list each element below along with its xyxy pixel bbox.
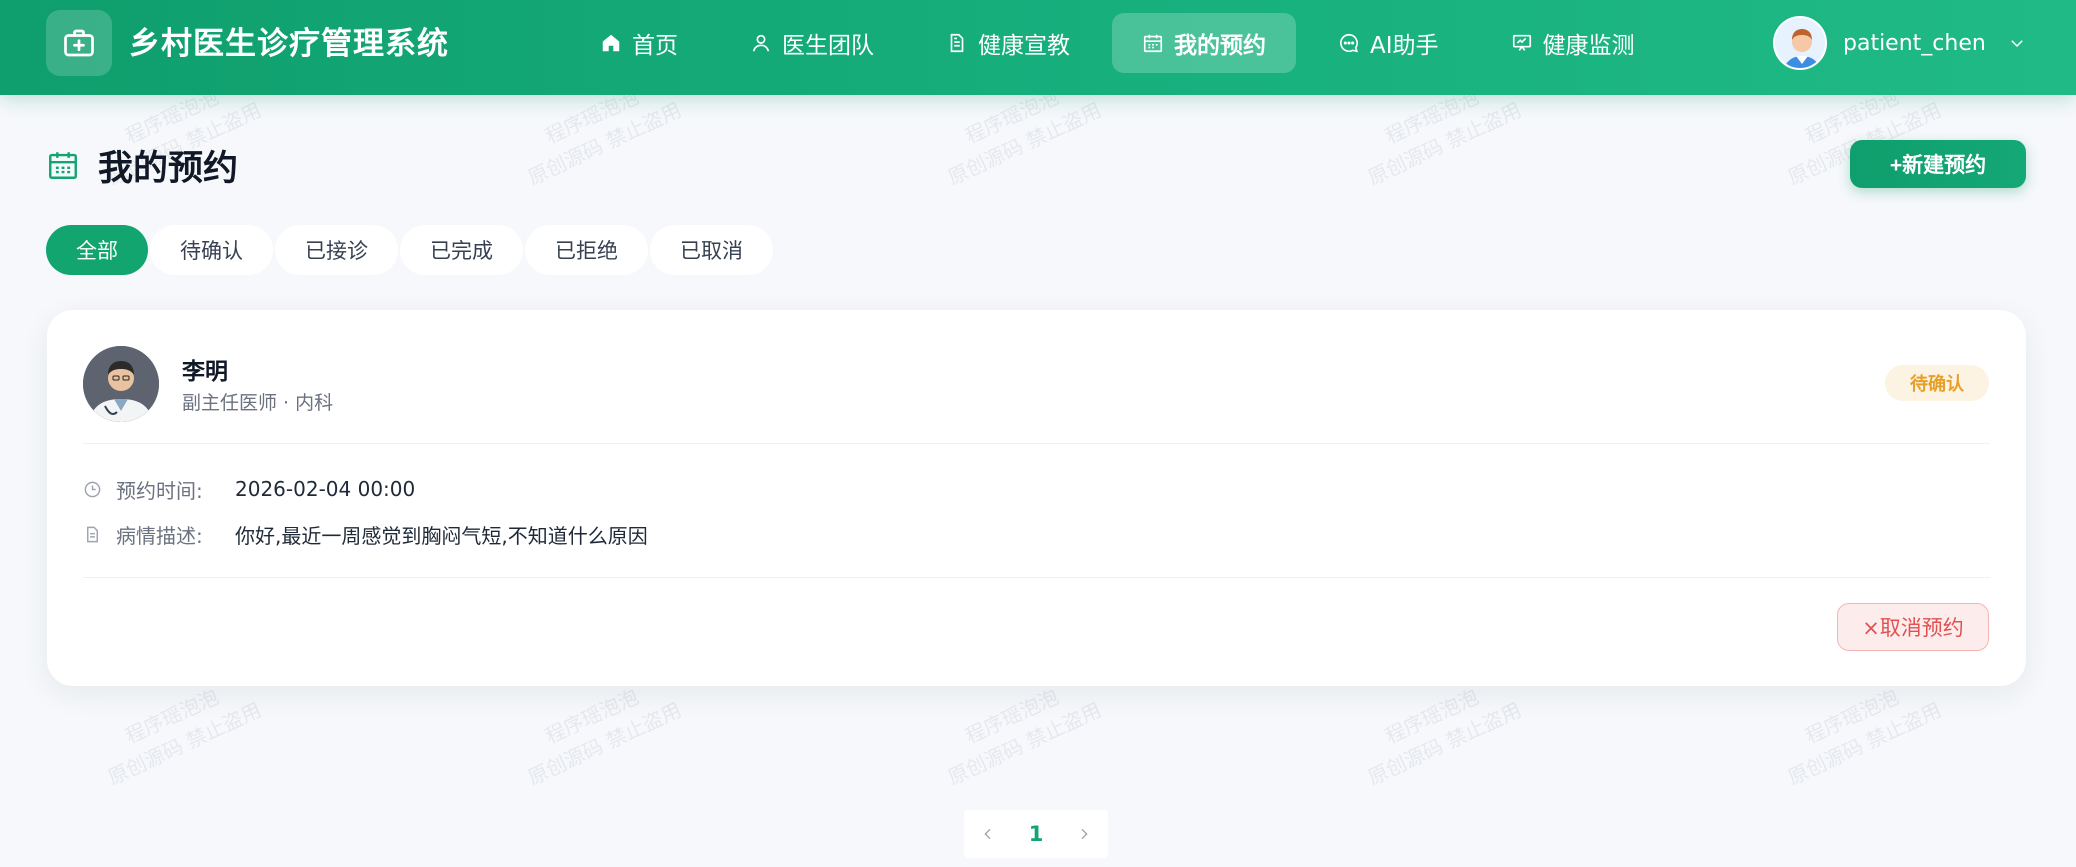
nav-item-label: 健康宣教 [978, 33, 1070, 59]
nav-item-health-monitor[interactable]: 健康监测 [1481, 13, 1665, 73]
status-badge: 待确认 [1885, 365, 1989, 401]
top-navbar: 乡村医生诊疗管理系统 首页 医生团队 健康宣教 我的预约 AI助手 健康监测 p… [0, 0, 2076, 95]
appointment-time-label: 预约时间: [116, 478, 203, 503]
tab-all[interactable]: 全部 [46, 225, 148, 275]
chevron-down-icon [2011, 40, 2023, 48]
nav-item-my-appointments[interactable]: 我的预约 [1112, 13, 1296, 73]
user-avatar-icon [1775, 18, 1825, 68]
page-number-current[interactable]: 1 [1029, 822, 1044, 846]
card-divider [83, 443, 1990, 444]
condition-desc-label: 病情描述: [116, 523, 203, 548]
nav-item-health-edu[interactable]: 健康宣教 [916, 13, 1100, 73]
nav-item-home[interactable]: 首页 [570, 13, 708, 73]
tab-completed[interactable]: 已完成 [400, 225, 523, 275]
watermark-line: 原创源码 禁止盗用 [944, 697, 1105, 790]
watermark-line: 原创源码 禁止盗用 [524, 697, 685, 790]
next-page-button[interactable] [1072, 822, 1096, 846]
document-icon [87, 526, 98, 542]
home-icon [602, 34, 620, 52]
page-header: 我的预约 [46, 140, 238, 190]
avatar [1773, 16, 1827, 70]
nav-item-ai-assistant[interactable]: AI助手 [1308, 13, 1469, 73]
doctor-title: 副主任医师 · 内科 [182, 392, 334, 414]
watermark-line: 原创源码 禁止盗用 [1784, 697, 1945, 790]
appointment-time-value: 2026-02-04 00:00 [235, 477, 416, 501]
tab-cancelled[interactable]: 已取消 [650, 225, 773, 275]
watermark-text: 程序瑶泡泡原创源码 禁止盗用 [1770, 668, 1946, 793]
watermark-text: 程序瑶泡泡原创源码 禁止盗用 [1350, 668, 1526, 793]
doctor-name: 李明 [182, 359, 228, 385]
tab-accepted[interactable]: 已接诊 [275, 225, 398, 275]
tab-rejected[interactable]: 已拒绝 [525, 225, 648, 275]
watermark-line: 原创源码 禁止盗用 [104, 697, 265, 790]
nav-item-label: AI助手 [1370, 33, 1439, 59]
app-title: 乡村医生诊疗管理系统 [129, 26, 449, 62]
doctor-photo-icon [83, 346, 159, 422]
chevron-right-icon [1081, 828, 1088, 840]
cancel-appointment-button[interactable]: ×取消预约 [1837, 603, 1989, 651]
status-tabs: 全部 待确认 已接诊 已完成 已拒绝 已取消 [46, 225, 775, 275]
medical-kit-icon [64, 29, 94, 57]
username: patient_chen [1843, 30, 1986, 56]
monitor-icon [1512, 34, 1531, 51]
calendar-icon [1143, 34, 1163, 53]
watermark-text: 程序瑶泡泡原创源码 禁止盗用 [930, 668, 1106, 793]
app-logo[interactable] [46, 10, 112, 76]
condition-desc-value: 你好,最近一周感觉到胸闷气短,不知道什么原因 [235, 523, 648, 548]
appointment-time-row: 预约时间: 2026-02-04 00:00 [83, 474, 415, 504]
appointment-card: 李明 副主任医师 · 内科 待确认 预约时间: 2026-02-04 00:00… [47, 310, 2026, 686]
pagination: 1 [964, 810, 1108, 858]
nav-item-label: 我的预约 [1174, 33, 1266, 59]
nav-item-label: 首页 [632, 33, 678, 59]
document-icon [950, 33, 964, 53]
user-icon [752, 34, 770, 52]
watermark-line: 原创源码 禁止盗用 [1364, 97, 1525, 190]
nav-item-label: 健康监测 [1542, 33, 1635, 59]
watermark-line: 原创源码 禁止盗用 [1364, 697, 1525, 790]
chat-icon [1340, 33, 1359, 53]
doctor-avatar [83, 346, 159, 422]
chevron-left-icon [984, 828, 991, 840]
new-appointment-button[interactable]: +新建预约 [1850, 140, 2026, 188]
card-divider [83, 577, 1990, 578]
watermark-line: 原创源码 禁止盗用 [944, 97, 1105, 190]
watermark-text: 程序瑶泡泡原创源码 禁止盗用 [90, 668, 266, 793]
user-menu[interactable]: patient_chen [1773, 16, 2026, 70]
nav-item-doctors[interactable]: 医生团队 [720, 13, 904, 73]
watermark-text: 程序瑶泡泡原创源码 禁止盗用 [510, 668, 686, 793]
nav-item-label: 医生团队 [782, 33, 874, 59]
clock-icon [84, 481, 101, 497]
prev-page-button[interactable] [976, 822, 1000, 846]
condition-desc-row: 病情描述: 你好,最近一周感觉到胸闷气短,不知道什么原因 [83, 519, 648, 549]
main-nav: 首页 医生团队 健康宣教 我的预约 AI助手 健康监测 [570, 13, 1677, 73]
calendar-icon [49, 152, 77, 179]
page-title: 我的预约 [98, 148, 239, 189]
watermark-line: 原创源码 禁止盗用 [524, 97, 685, 190]
tab-pending[interactable]: 待确认 [150, 225, 273, 275]
